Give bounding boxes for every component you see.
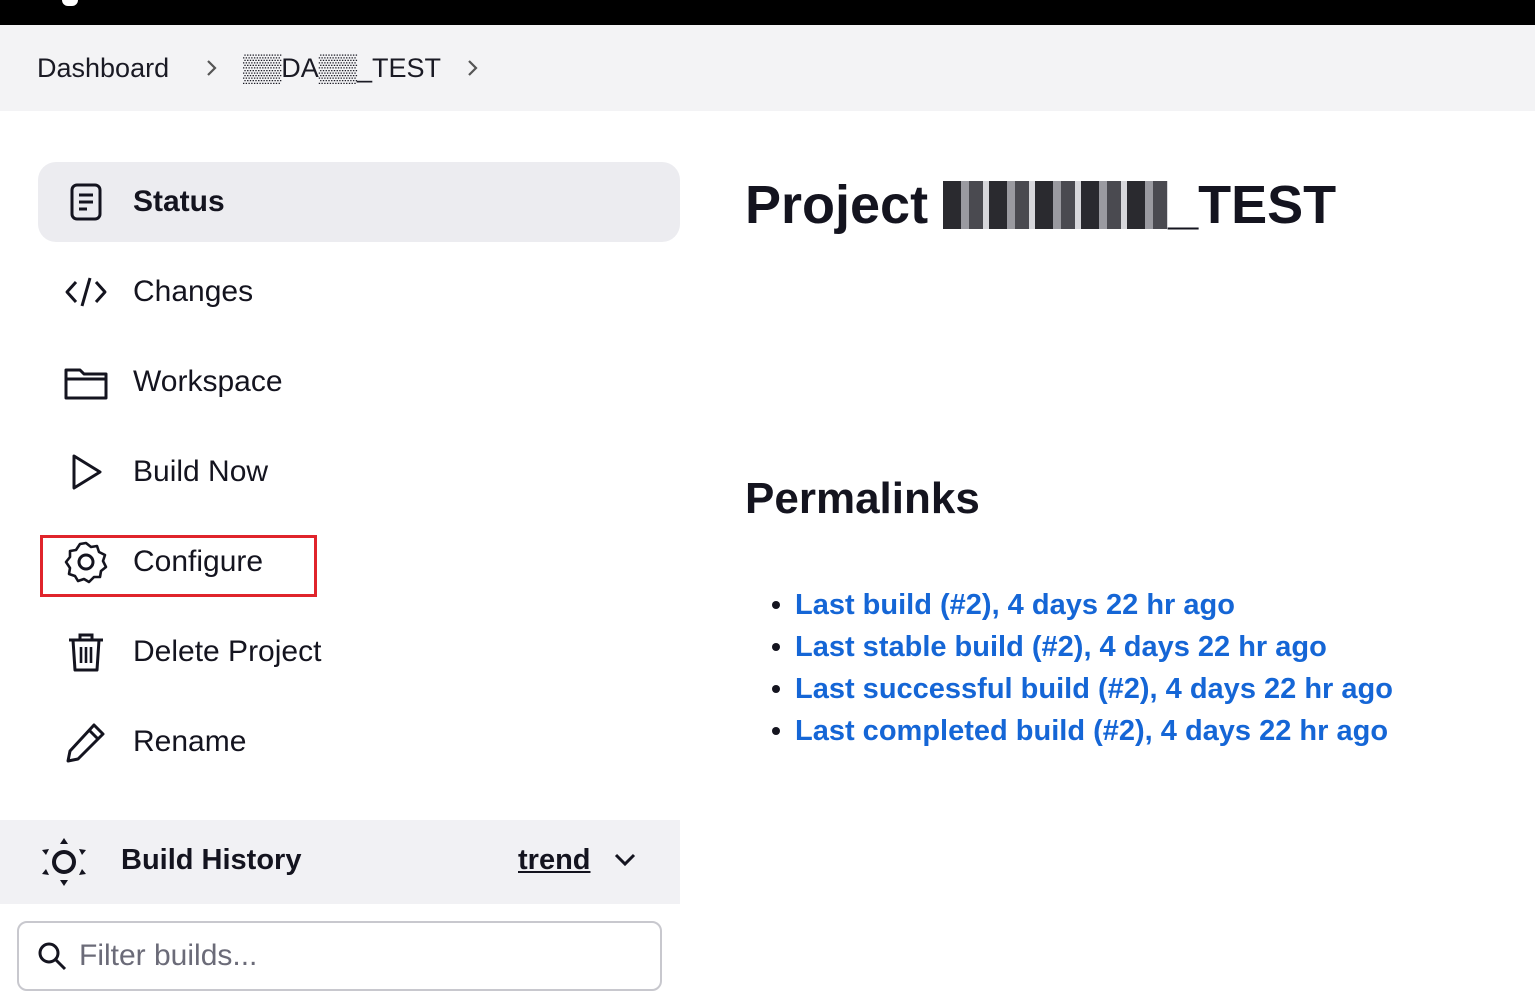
build-history-sun-icon xyxy=(42,838,86,886)
trash-icon xyxy=(69,633,103,672)
breadcrumb-dashboard[interactable]: Dashboard xyxy=(37,25,169,111)
filter-builds-input[interactable] xyxy=(77,933,641,979)
play-icon xyxy=(72,454,102,490)
task-rename-label: Rename xyxy=(133,725,247,758)
page-title-prefix: Project xyxy=(745,175,929,235)
jenkins-logo-icon[interactable] xyxy=(62,0,78,6)
task-delete-project-label: Delete Project xyxy=(133,635,322,668)
permalinks-list: Last build (#2), 4 days 22 hr ago Last s… xyxy=(772,584,1393,752)
permalink-last-completed-build[interactable]: Last completed build (#2), 4 days 22 hr … xyxy=(795,715,1388,747)
permalink-item: Last build (#2), 4 days 22 hr ago xyxy=(772,584,1393,626)
chevron-right-icon xyxy=(207,60,217,76)
configure-highlight-annotation xyxy=(40,535,317,597)
task-delete-project[interactable]: Delete Project xyxy=(38,612,680,692)
folder-icon xyxy=(64,368,108,400)
chevron-down-icon[interactable] xyxy=(612,850,638,870)
code-icon xyxy=(65,277,107,307)
breadcrumb: Dashboard ▒▒DA▒▒_TEST xyxy=(0,25,1535,111)
redacted-project-name xyxy=(943,181,1169,229)
permalink-item: Last completed build (#2), 4 days 22 hr … xyxy=(772,710,1393,752)
trend-link[interactable]: trend xyxy=(518,820,591,900)
permalink-item: Last successful build (#2), 4 days 22 hr… xyxy=(772,668,1393,710)
task-status[interactable]: Status xyxy=(38,162,680,242)
task-rename[interactable]: Rename xyxy=(38,702,680,782)
pencil-icon xyxy=(66,723,105,763)
task-build-now-label: Build Now xyxy=(133,455,269,488)
permalinks-heading: Permalinks xyxy=(745,474,980,523)
build-history-header: Build History trend xyxy=(0,820,680,904)
page-title: Project _TEST xyxy=(745,173,1336,237)
permalink-item: Last stable build (#2), 4 days 22 hr ago xyxy=(772,626,1393,668)
task-changes-label: Changes xyxy=(133,275,254,308)
breadcrumb-project[interactable]: ▒▒DA▒▒_TEST xyxy=(243,25,441,111)
task-changes[interactable]: Changes xyxy=(38,252,680,332)
filter-builds-field[interactable] xyxy=(17,921,662,991)
permalink-last-successful-build[interactable]: Last successful build (#2), 4 days 22 hr… xyxy=(795,673,1393,705)
task-build-now[interactable]: Build Now xyxy=(38,432,680,512)
task-workspace-label: Workspace xyxy=(133,365,283,398)
page-title-suffix: _TEST xyxy=(1168,175,1337,235)
permalink-last-stable-build[interactable]: Last stable build (#2), 4 days 22 hr ago xyxy=(795,631,1327,663)
top-header-bar xyxy=(0,0,1535,25)
task-status-label: Status xyxy=(133,185,225,218)
permalink-last-build[interactable]: Last build (#2), 4 days 22 hr ago xyxy=(795,589,1235,621)
search-icon xyxy=(38,942,67,971)
build-history-title: Build History xyxy=(121,844,302,876)
document-icon xyxy=(70,183,102,221)
task-workspace[interactable]: Workspace xyxy=(38,342,680,422)
chevron-right-icon[interactable] xyxy=(465,54,481,82)
